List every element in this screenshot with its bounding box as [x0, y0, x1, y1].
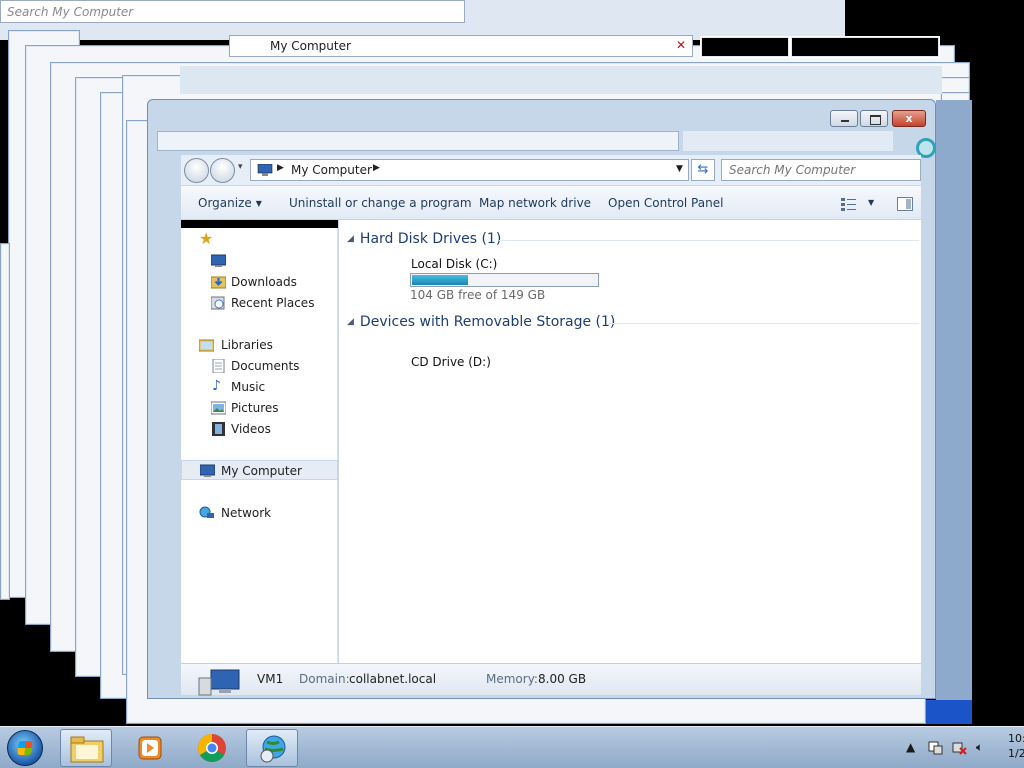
sidebar-item-videos[interactable]: Videos — [181, 419, 338, 439]
music-icon: ♪ — [212, 378, 221, 394]
change-view-icon[interactable] — [841, 197, 857, 211]
collapse-triangle-icon[interactable]: ◢ — [347, 234, 354, 244]
search-box[interactable] — [721, 159, 921, 181]
nav-pane-artifact — [181, 220, 338, 228]
sidebar-item-pictures[interactable]: Pictures — [181, 398, 338, 418]
ghost-close-icon: ✕ — [675, 38, 686, 52]
domain-label: Domain: — [299, 672, 350, 686]
uninstall-program-button[interactable]: Uninstall or change a program — [289, 196, 472, 210]
videos-icon — [212, 422, 225, 436]
collapse-triangle-icon[interactable]: ◢ — [347, 317, 354, 327]
clock[interactable]: 10: 1/2 — [1008, 731, 1024, 761]
clock-time: 10: — [1008, 732, 1024, 745]
maximize-button[interactable] — [860, 110, 888, 127]
sidebar-item-recent-places[interactable]: Recent Places — [181, 293, 338, 313]
details-pane: VM1 Domain: collabnet.local Memory: 8.00… — [181, 663, 921, 696]
refresh-button[interactable]: ⇆ — [691, 159, 715, 181]
folder-icon — [70, 736, 104, 763]
domain-value: collabnet.local — [349, 672, 437, 686]
taskbar-explorer[interactable] — [60, 729, 112, 767]
sidebar-item-favorites[interactable]: ★ — [181, 229, 338, 249]
removable-storage-group[interactable]: ◢ Devices with Removable Storage (1) — [347, 314, 615, 330]
documents-icon — [212, 359, 225, 373]
preview-pane-icon[interactable] — [897, 197, 913, 211]
view-dropdown-icon[interactable]: ▼ — [868, 198, 874, 207]
sidebar-item-downloads[interactable]: Downloads — [181, 272, 338, 292]
cd-drive-item[interactable]: CD Drive (D:) — [399, 350, 609, 374]
star-icon: ★ — [199, 229, 214, 248]
chevron-down-icon: ▼ — [255, 199, 262, 208]
address-separator-icon[interactable]: ▶ — [373, 163, 380, 173]
cd-drive-label: CD Drive (D:) — [411, 355, 491, 369]
start-button[interactable] — [7, 730, 43, 766]
history-dropdown-icon[interactable]: ▾ — [238, 162, 243, 172]
disk-usage-bar — [410, 273, 599, 287]
open-control-panel-button[interactable]: Open Control Panel — [608, 196, 723, 210]
libraries-icon — [199, 339, 214, 352]
sidebar-item-libraries[interactable]: Libraries — [181, 335, 338, 355]
memory-value: 8.00 GB — [538, 672, 587, 686]
group-divider — [499, 240, 919, 241]
close-button[interactable]: x — [892, 110, 926, 127]
media-player-icon — [138, 736, 162, 760]
ghost-black-box-2 — [790, 36, 940, 58]
sidebar-item-my-computer[interactable]: My Computer — [181, 460, 338, 480]
command-bar: Organize ▼ Uninstall or change a program … — [181, 186, 921, 220]
organize-menu[interactable]: Organize ▼ — [198, 196, 262, 210]
chrome-icon — [198, 734, 226, 762]
map-network-drive-button[interactable]: Map network drive — [479, 196, 591, 210]
address-dropdown-icon[interactable]: ▼ — [676, 164, 683, 174]
network-globe-icon — [260, 735, 286, 763]
navigation-pane: ★ Downloads Recent Places Libraries Docu… — [181, 220, 338, 663]
ghost-right-edge — [936, 100, 972, 720]
back-button[interactable] — [184, 158, 209, 183]
content-pane: ◢ Hard Disk Drives (1) Local Disk (C:) 10… — [339, 220, 921, 663]
sidebar-item-desktop[interactable] — [181, 251, 338, 271]
ghost-toolbar-strip — [180, 66, 942, 94]
desktop-icon — [211, 254, 226, 267]
disk-free-space-text: 104 GB free of 149 GB — [410, 288, 546, 302]
ghost-left-edge — [0, 243, 10, 600]
taskbar-chrome[interactable] — [186, 729, 238, 767]
local-disk-label: Local Disk (C:) — [411, 257, 498, 271]
forward-button[interactable] — [210, 158, 235, 183]
computer-name: VM1 — [257, 672, 284, 686]
title-strip-secondary — [683, 131, 893, 151]
taskbar-network-app[interactable] — [246, 729, 298, 767]
ghost-search-box: Search My Computer — [0, 0, 465, 23]
address-separator-icon: ▶ — [277, 163, 284, 173]
refresh-icon: ⇆ — [697, 162, 709, 177]
taskbar-media-player[interactable] — [124, 729, 176, 767]
ghost-blue-corner — [926, 700, 972, 724]
computer-icon — [200, 464, 215, 477]
minimize-button[interactable] — [830, 110, 858, 127]
network-icon — [199, 506, 214, 518]
sidebar-item-music[interactable]: ♪ Music — [181, 377, 338, 397]
computer-icon — [198, 669, 240, 696]
title-strip — [157, 131, 679, 151]
clock-date: 1/2 — [1008, 747, 1024, 760]
downloads-icon — [211, 276, 226, 289]
taskbar: ▲ 🔈︎ 10: 1/2 — [0, 726, 1024, 768]
recent-places-icon — [211, 296, 225, 310]
computer-icon — [257, 164, 273, 176]
title-bar[interactable] — [148, 100, 935, 130]
sidebar-item-network[interactable]: Network — [181, 503, 338, 523]
ghost-black-box-1 — [700, 36, 790, 58]
hard-disk-drives-group[interactable]: ◢ Hard Disk Drives (1) — [347, 231, 501, 247]
ghost-address-bar: My Computer ✕ — [229, 35, 693, 57]
address-bar[interactable]: ▶ My Computer ▶ ▼ — [250, 159, 689, 181]
sidebar-item-documents[interactable]: Documents — [181, 356, 338, 376]
group-divider — [609, 323, 919, 324]
show-hidden-icons-icon[interactable]: ▲ — [906, 740, 915, 754]
network-status-icon[interactable] — [952, 741, 967, 755]
pictures-icon — [211, 401, 226, 415]
disk-usage-fill — [412, 275, 469, 285]
action-center-icon[interactable] — [928, 741, 943, 755]
volume-icon[interactable]: 🔈︎ — [976, 740, 983, 755]
search-input[interactable] — [722, 160, 920, 180]
memory-label: Memory: — [486, 672, 538, 686]
